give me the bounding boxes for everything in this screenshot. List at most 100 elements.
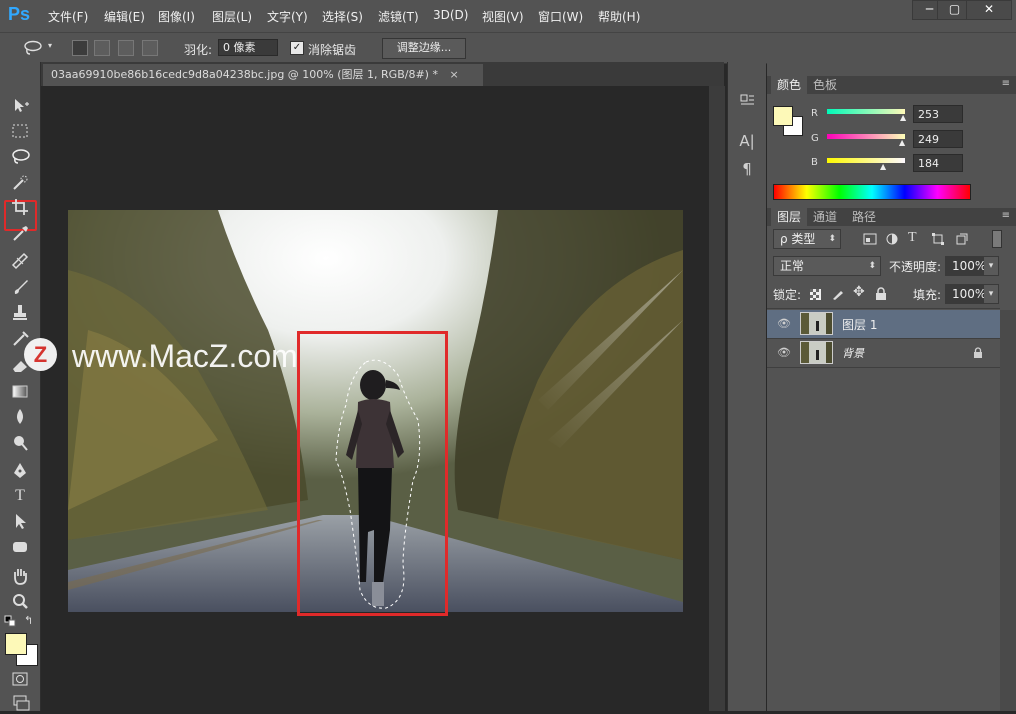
move-tool-icon[interactable] xyxy=(9,94,31,116)
path-selection-tool-icon[interactable] xyxy=(9,510,31,532)
layers-panel-tabs: 图层 通道 路径 ≡ xyxy=(767,208,1016,226)
panel-menu-icon[interactable]: ≡ xyxy=(1002,78,1010,89)
marquee-tool-icon[interactable] xyxy=(9,120,31,142)
document-tab[interactable]: 03aa69910be86b16cedc9d8a04238bc.jpg @ 10… xyxy=(43,64,483,86)
character-panel-icon[interactable]: A| xyxy=(738,132,756,150)
close-button[interactable]: ✕ xyxy=(966,0,1012,20)
tab-paths[interactable]: 路径 xyxy=(846,208,882,226)
filter-toggle[interactable] xyxy=(992,230,1002,248)
layer-filter-dropdown[interactable]: ρ 类型 ⬍ xyxy=(773,229,841,249)
channel-r-thumb-icon[interactable]: ▲ xyxy=(900,113,906,122)
tab-layers[interactable]: 图层 xyxy=(771,208,808,226)
lock-transparent-icon[interactable] xyxy=(809,288,822,301)
zoom-tool-icon[interactable] xyxy=(9,591,31,613)
menu-filter[interactable]: 滤镜(T) xyxy=(378,8,419,25)
tab-color[interactable]: 颜色 xyxy=(771,76,808,94)
layer-lock-icon xyxy=(974,347,982,358)
menu-layer[interactable]: 图层(L) xyxy=(212,8,252,25)
menu-type[interactable]: 文字(Y) xyxy=(267,8,308,25)
filter-type-icon[interactable]: T xyxy=(908,230,917,246)
menu-view[interactable]: 视图(V) xyxy=(482,8,524,25)
channel-b-slider[interactable] xyxy=(827,158,905,163)
tab-channels[interactable]: 通道 xyxy=(807,208,843,226)
fill-input[interactable]: 100% ▾ xyxy=(945,284,999,304)
intersect-selection-icon[interactable] xyxy=(142,40,158,56)
refine-edge-button[interactable]: 调整边缘... xyxy=(382,38,466,59)
pen-tool-icon[interactable] xyxy=(9,460,31,482)
clone-stamp-tool-icon[interactable] xyxy=(9,302,31,324)
channel-r-slider[interactable] xyxy=(827,109,905,114)
channel-r-label: R xyxy=(811,108,818,119)
document-close-icon[interactable]: × xyxy=(449,68,458,81)
channel-r-input[interactable]: 253 xyxy=(913,105,963,123)
feather-input[interactable]: 0 像素 xyxy=(218,39,278,56)
lock-all-icon[interactable] xyxy=(875,287,887,301)
shape-tool-icon[interactable] xyxy=(9,536,31,558)
channel-g-thumb-icon[interactable]: ▲ xyxy=(899,138,905,147)
fill-arrow-icon[interactable]: ▾ xyxy=(984,285,998,303)
foreground-color-swatch[interactable] xyxy=(5,633,27,655)
history-panel-icon[interactable] xyxy=(738,92,756,110)
menu-window[interactable]: 窗口(W) xyxy=(538,8,583,25)
canvas-vertical-scrollbar[interactable] xyxy=(709,86,725,711)
healing-brush-tool-icon[interactable] xyxy=(9,250,31,272)
brush-tool-icon[interactable] xyxy=(9,276,31,298)
filter-pixel-icon[interactable] xyxy=(863,232,877,246)
opacity-label: 不透明度: xyxy=(889,260,942,274)
antialias-checkbox[interactable]: ✓ xyxy=(290,41,304,55)
menu-3d[interactable]: 3D(D) xyxy=(433,8,468,22)
default-colors-icon[interactable] xyxy=(4,615,18,627)
quick-selection-tool-icon[interactable] xyxy=(9,172,31,194)
color-fg-swatch[interactable] xyxy=(773,106,793,126)
opacity-input[interactable]: 100% ▾ xyxy=(945,256,999,276)
menu-help[interactable]: 帮助(H) xyxy=(598,8,640,25)
gradient-tool-icon[interactable] xyxy=(9,380,31,402)
add-selection-icon[interactable] xyxy=(94,40,110,56)
subtract-selection-icon[interactable] xyxy=(118,40,134,56)
new-selection-icon[interactable] xyxy=(72,40,88,56)
tab-swatches[interactable]: 色板 xyxy=(807,76,843,94)
swap-colors-icon[interactable]: ↰ xyxy=(24,614,33,627)
channel-g-slider[interactable] xyxy=(827,134,905,139)
layer-row-background[interactable]: 👁 背景 xyxy=(767,339,1000,368)
paragraph-panel-icon[interactable]: ¶ xyxy=(738,160,756,178)
lasso-tool-preset-icon[interactable] xyxy=(22,40,44,56)
lock-label: 锁定: xyxy=(773,288,802,302)
menu-file[interactable]: 文件(F) xyxy=(48,8,88,25)
lock-pixels-icon[interactable] xyxy=(831,287,845,301)
lasso-tool-icon[interactable] xyxy=(9,146,31,168)
channel-g-input[interactable]: 249 xyxy=(913,130,963,148)
crop-tool-icon[interactable] xyxy=(9,196,31,218)
preset-dropdown-icon[interactable]: ▾ xyxy=(48,41,52,50)
layer-name[interactable]: 背景 xyxy=(842,345,864,361)
dodge-tool-icon[interactable] xyxy=(9,432,31,454)
menu-select[interactable]: 选择(S) xyxy=(322,8,363,25)
quick-mask-icon[interactable] xyxy=(9,668,31,690)
type-tool-icon[interactable]: T xyxy=(9,485,31,507)
channel-b-input[interactable]: 184 xyxy=(913,154,963,172)
color-spectrum-bar[interactable] xyxy=(773,184,971,200)
layers-scrollbar[interactable] xyxy=(1000,310,1016,711)
filter-smart-object-icon[interactable] xyxy=(955,232,969,246)
visibility-eye-icon[interactable]: 👁 xyxy=(777,318,791,330)
blend-mode-value: 正常 xyxy=(780,259,805,273)
opacity-arrow-icon[interactable]: ▾ xyxy=(984,257,998,275)
channel-b-label: B xyxy=(811,157,818,168)
channel-b-thumb-icon[interactable]: ▲ xyxy=(880,162,886,171)
blur-tool-icon[interactable] xyxy=(9,406,31,428)
layer-thumbnail xyxy=(800,341,833,364)
layer-row-layer1[interactable]: 👁 图层 1 xyxy=(767,310,1000,339)
layer-filter-label: ρ 类型 xyxy=(780,232,816,246)
antialias-label: 消除锯齿 xyxy=(308,43,357,57)
filter-adjustment-icon[interactable] xyxy=(885,232,899,246)
filter-shape-icon[interactable] xyxy=(931,232,945,246)
visibility-eye-icon[interactable]: 👁 xyxy=(777,347,791,359)
layer-name[interactable]: 图层 1 xyxy=(842,316,877,333)
hand-tool-icon[interactable] xyxy=(9,565,31,587)
menu-image[interactable]: 图像(I) xyxy=(158,8,195,25)
eyedropper-tool-icon[interactable] xyxy=(9,222,31,244)
menu-edit[interactable]: 编辑(E) xyxy=(104,8,145,25)
layers-menu-icon[interactable]: ≡ xyxy=(1002,210,1010,221)
blend-mode-dropdown[interactable]: 正常 ⬍ xyxy=(773,256,881,276)
lock-position-icon[interactable]: ✥ xyxy=(853,284,865,300)
